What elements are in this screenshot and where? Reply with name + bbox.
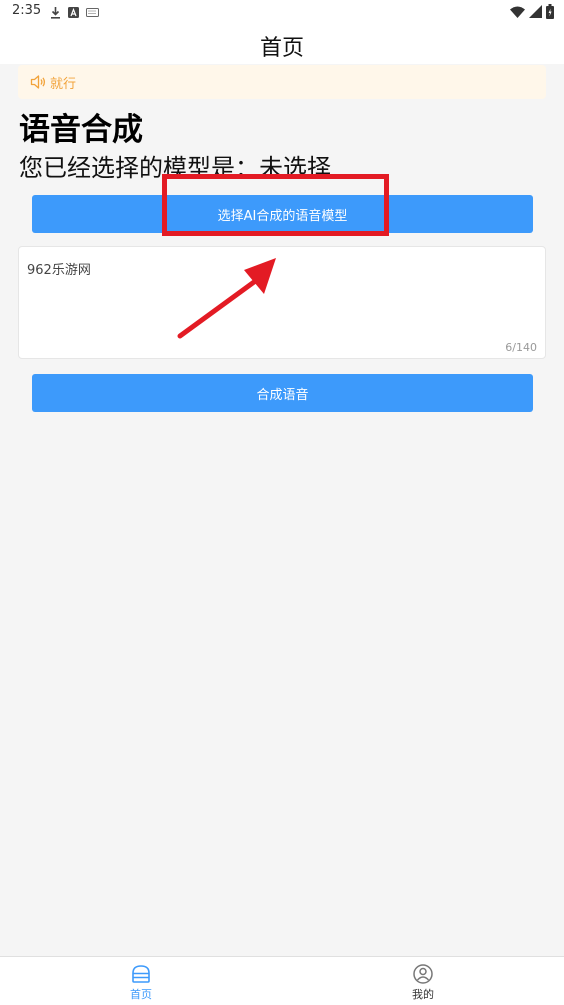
page-header: 首页 (0, 24, 564, 64)
status-bar: 2:35 (0, 0, 564, 24)
battery-icon (546, 4, 554, 19)
keyboard-icon (86, 7, 99, 17)
synthesize-button[interactable]: 合成语音 (32, 374, 533, 412)
status-icons-left (50, 4, 99, 20)
home-icon (132, 964, 150, 983)
notice-bar: 就行 (18, 65, 546, 99)
download-icon (51, 6, 60, 19)
tab-home[interactable]: 首页 (0, 957, 282, 1005)
tab-mine[interactable]: 我的 (282, 957, 564, 1005)
annotation-highlight-box (162, 174, 389, 236)
page-title: 首页 (259, 36, 304, 61)
annotation-arrow (177, 258, 276, 339)
tab-home-label: 首页 (130, 987, 152, 1001)
bottom-tab-bar: 首页 我的 (0, 956, 564, 1005)
section-title: 语音合成 (19, 112, 143, 148)
a-app-icon (68, 6, 79, 18)
profile-icon (413, 963, 433, 984)
tab-mine-label: 我的 (412, 987, 434, 1001)
wifi-icon (510, 6, 525, 18)
word-count: 6/140 (505, 341, 537, 354)
notice-text: 就行 (50, 76, 77, 92)
status-time: 2:35 (12, 3, 42, 18)
speaker-icon (30, 75, 46, 89)
status-icons-right (510, 3, 554, 20)
text-input-value: 962乐游网 (27, 263, 91, 278)
signal-icon (529, 5, 542, 18)
